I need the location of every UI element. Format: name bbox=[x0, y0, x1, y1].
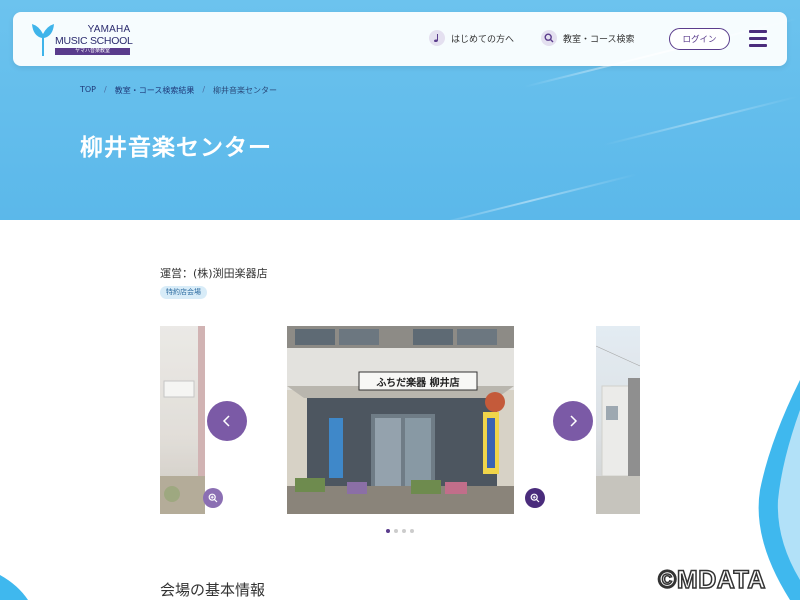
carousel-slide-current[interactable]: ふちだ楽器 柳井店 bbox=[287, 326, 514, 514]
carousel-slide-next[interactable] bbox=[596, 326, 640, 514]
login-button[interactable]: ログイン bbox=[669, 28, 730, 50]
copyright-watermark: ©MDATA bbox=[657, 565, 766, 595]
carousel-dot[interactable] bbox=[410, 529, 414, 533]
carousel-slide-prev[interactable] bbox=[160, 326, 205, 514]
carousel-prev-button[interactable] bbox=[207, 401, 247, 441]
site-header: YAMAHA MUSIC SCHOOL ヤマハ音楽教室 はじめての方へ 教室・コ… bbox=[13, 12, 787, 66]
store-front-photo bbox=[287, 326, 514, 514]
nav-search-link[interactable]: 教室・コース検索 bbox=[541, 30, 635, 46]
logo-text-music-school: MUSIC SCHOOL bbox=[55, 35, 133, 47]
breadcrumb-separator: / bbox=[202, 85, 206, 94]
slide-prev-image bbox=[160, 326, 205, 514]
breadcrumb-separator: / bbox=[104, 85, 107, 94]
carousel-dot[interactable] bbox=[394, 529, 398, 533]
zoom-in-icon bbox=[208, 493, 218, 503]
breadcrumb: TOP / 教室・コース検索結果 / 柳井音楽センター bbox=[80, 85, 277, 96]
carousel-dot[interactable] bbox=[402, 529, 406, 533]
carousel-pagination bbox=[386, 529, 414, 533]
operator-text: 運営：(株)渕田楽器店 bbox=[160, 267, 268, 280]
slide-next-image bbox=[596, 345, 640, 514]
section-title-venue-info: 会場の基本情報 bbox=[160, 581, 266, 599]
search-icon bbox=[541, 30, 557, 46]
breadcrumb-top[interactable]: TOP bbox=[80, 85, 96, 96]
music-note-icon bbox=[429, 30, 445, 46]
zoom-prev-button[interactable] bbox=[203, 488, 223, 508]
carousel-dot[interactable] bbox=[386, 529, 390, 533]
store-sign-text: ふちだ楽器 柳井店 bbox=[376, 377, 460, 389]
nav-search-label: 教室・コース検索 bbox=[563, 34, 635, 45]
logo-text-yamaha: YAMAHA bbox=[87, 24, 131, 35]
nav-beginner-label: はじめての方へ bbox=[451, 34, 515, 45]
logo-mark-icon bbox=[32, 24, 54, 56]
nav-beginner-link[interactable]: はじめての方へ bbox=[429, 30, 514, 46]
decorative-swoosh-left bbox=[0, 575, 28, 600]
breadcrumb-search-results[interactable]: 教室・コース検索結果 bbox=[115, 85, 195, 96]
zoom-current-button[interactable] bbox=[525, 488, 545, 508]
hamburger-menu-icon[interactable] bbox=[749, 30, 767, 48]
yamaha-music-school-logo[interactable]: YAMAHA MUSIC SCHOOL ヤマハ音楽教室 bbox=[31, 22, 151, 58]
logo-tagline: ヤマハ音楽教室 bbox=[55, 48, 130, 55]
page-title: 柳井音楽センター bbox=[80, 135, 272, 161]
chevron-right-icon bbox=[570, 415, 578, 427]
carousel-next-button[interactable] bbox=[553, 401, 593, 441]
zoom-in-icon bbox=[530, 493, 540, 503]
venue-type-badge: 特約店会場 bbox=[160, 286, 207, 299]
breadcrumb-current: 柳井音楽センター bbox=[213, 86, 278, 95]
chevron-left-icon bbox=[222, 415, 230, 427]
